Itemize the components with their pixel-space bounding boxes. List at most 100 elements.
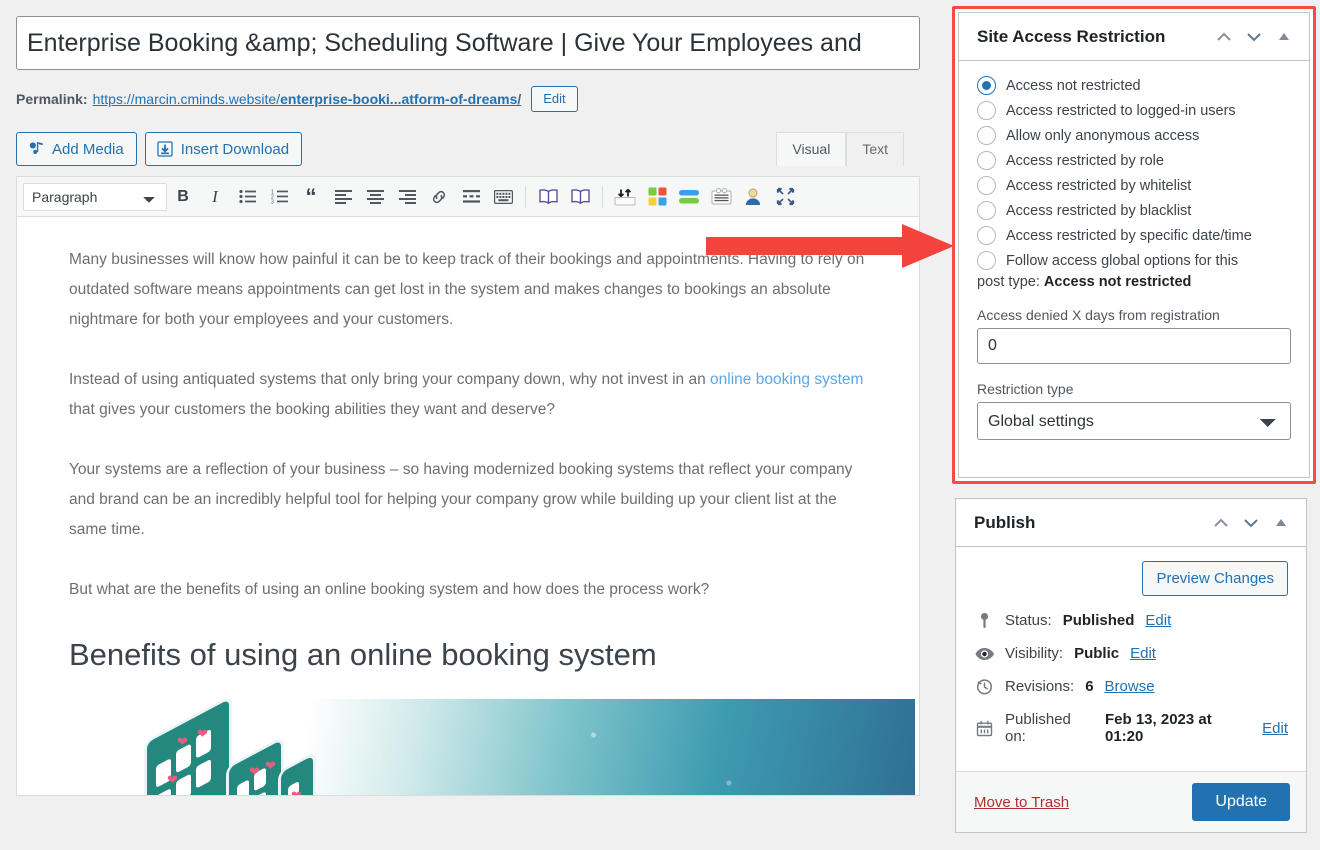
insert-download-label: Insert Download <box>180 140 290 158</box>
red-arrow-annotation <box>706 222 958 275</box>
status-edit-link[interactable]: Edit <box>1145 612 1171 629</box>
move-up-icon[interactable] <box>1206 508 1236 538</box>
book-icon[interactable] <box>532 182 564 212</box>
radio-option-logged-in-users[interactable]: Access restricted to logged-in users <box>977 98 1291 123</box>
tab-visual[interactable]: Visual <box>776 132 847 167</box>
paragraph-2-text-after: that gives your customers the booking ab… <box>69 401 555 418</box>
status-value: Published <box>1062 612 1135 629</box>
fullscreen-icon[interactable] <box>769 182 801 212</box>
access-denied-days-label: Access denied X days from registration <box>977 307 1220 323</box>
insert-download-button[interactable]: Insert Download <box>144 132 303 166</box>
revisions-browse-link[interactable]: Browse <box>1105 678 1155 695</box>
heart-icon: ❤ <box>177 734 188 750</box>
pin-icon <box>974 612 994 629</box>
radio-indicator[interactable] <box>977 201 996 220</box>
keyboard-shortcuts-icon[interactable] <box>487 182 519 212</box>
revisions-label: Revisions: <box>1005 678 1075 695</box>
collapse-toggle-icon[interactable] <box>1269 22 1299 52</box>
paragraph-format-select[interactable]: Paragraph <box>23 182 167 211</box>
bold-icon[interactable]: B <box>167 182 199 212</box>
permalink-link[interactable]: https://marcin.cminds.website/enterprise… <box>93 91 522 107</box>
radio-option-by-date-time[interactable]: Access restricted by specific date/time <box>977 223 1291 248</box>
visibility-edit-link[interactable]: Edit <box>1130 645 1156 662</box>
bulleted-list-icon[interactable] <box>231 182 263 212</box>
radio-option-anonymous-access[interactable]: Allow only anonymous access <box>977 123 1291 148</box>
radio-indicator[interactable] <box>977 76 996 95</box>
link-icon[interactable] <box>423 182 455 212</box>
user-icon[interactable] <box>737 182 769 212</box>
book-open-icon[interactable] <box>564 182 596 212</box>
access-denied-days-input[interactable] <box>977 328 1291 364</box>
post-title-input[interactable] <box>16 16 920 70</box>
restriction-type-select[interactable]: Global settings <box>977 402 1291 440</box>
radio-label: Follow access global options for this <box>1006 252 1239 269</box>
permalink-row: Permalink: https://marcin.cminds.website… <box>16 84 920 114</box>
radio-label: Allow only anonymous access <box>1006 127 1200 144</box>
toolbar-separator <box>525 185 526 208</box>
radio-option-by-role[interactable]: Access restricted by role <box>977 148 1291 173</box>
radio-indicator[interactable] <box>977 176 996 195</box>
heart-icon: ❤ <box>167 772 178 788</box>
iso-card-large <box>147 699 229 795</box>
add-media-button[interactable]: Add Media <box>16 132 137 166</box>
move-down-icon[interactable] <box>1239 22 1269 52</box>
publish-panel-header: Publish <box>956 499 1306 547</box>
align-left-icon[interactable] <box>327 182 359 212</box>
radio-label: Access restricted by role <box>1006 152 1164 169</box>
move-up-icon[interactable] <box>1209 22 1239 52</box>
radio-option-by-whitelist[interactable]: Access restricted by whitelist <box>977 173 1291 198</box>
restriction-type-label: Restriction type <box>977 381 1074 397</box>
numbered-list-icon[interactable]: 1 2 3 <box>263 182 295 212</box>
media-buttons-row: Add Media Insert Download Visual Text <box>16 132 920 167</box>
content-paragraph-2: Instead of using antiquated systems that… <box>69 365 867 425</box>
status-row: Status: Published Edit <box>974 612 1288 629</box>
update-button[interactable]: Update <box>1192 783 1290 821</box>
table-icon[interactable] <box>705 182 737 212</box>
collapse-toggle-icon[interactable] <box>1266 508 1296 538</box>
italic-icon[interactable]: I <box>199 182 231 212</box>
post-editor-column: Permalink: https://marcin.cminds.website… <box>0 0 936 850</box>
eye-icon <box>974 647 994 661</box>
editor-content-area[interactable]: Many businesses will know how painful it… <box>17 217 919 795</box>
radio-option-access-not-restricted[interactable]: Access not restricted <box>977 73 1291 98</box>
restriction-panel-body: Access not restricted Access restricted … <box>959 61 1309 456</box>
editor-sidebar: Site Access Restriction Access not restr… <box>948 0 1320 850</box>
blockquote-icon[interactable]: “ <box>295 182 327 212</box>
move-to-trash-link[interactable]: Move to Trash <box>974 794 1069 811</box>
radio-indicator[interactable] <box>977 151 996 170</box>
import-export-icon[interactable] <box>609 182 641 212</box>
permalink-base: https://marcin.cminds.website/ <box>92 91 281 107</box>
move-down-icon[interactable] <box>1236 508 1266 538</box>
status-label: Status: <box>1005 612 1052 629</box>
content-heading-1: Benefits of using an online booking syst… <box>69 637 657 672</box>
align-right-icon[interactable] <box>391 182 423 212</box>
radio-indicator[interactable] <box>977 226 996 245</box>
follow-note-prefix: post type: <box>977 274 1044 290</box>
blocks-icon[interactable] <box>641 182 673 212</box>
publish-panel-title: Publish <box>974 512 1036 532</box>
radio-label: Access restricted to logged-in users <box>1006 102 1236 119</box>
radio-indicator[interactable] <box>977 251 996 270</box>
preview-changes-button[interactable]: Preview Changes <box>1142 561 1288 596</box>
buttons-icon[interactable] <box>673 182 705 212</box>
align-center-icon[interactable] <box>359 182 391 212</box>
wordpress-classic-editor-screen: Permalink: https://marcin.cminds.website… <box>0 0 1320 850</box>
permalink-edit-button[interactable]: Edit <box>531 86 578 112</box>
tab-text[interactable]: Text <box>846 132 904 167</box>
radio-option-follow-global[interactable]: Follow access global options for this <box>977 248 1291 273</box>
radio-indicator[interactable] <box>977 101 996 120</box>
radio-option-by-blacklist[interactable]: Access restricted by blacklist <box>977 198 1291 223</box>
preview-row: Preview Changes <box>974 561 1288 596</box>
online-booking-system-link[interactable]: online booking system <box>710 371 863 388</box>
read-more-icon[interactable] <box>455 182 487 212</box>
visibility-value: Public <box>1074 645 1120 662</box>
published-on-edit-link[interactable]: Edit <box>1262 720 1288 737</box>
radio-indicator[interactable] <box>977 126 996 145</box>
content-hero-image: ❤ ❤ ❤ ❤ ❤ ❤ <box>69 699 915 795</box>
heart-icon: ❤ <box>249 764 260 780</box>
publish-panel-footer: Move to Trash Update <box>956 771 1306 832</box>
restriction-panel-header: Site Access Restriction <box>959 13 1309 61</box>
paragraph-2-text-before: Instead of using antiquated systems that… <box>69 371 711 388</box>
site-access-restriction-highlight: Site Access Restriction Access not restr… <box>952 6 1316 484</box>
content-paragraph-3: Your systems are a reflection of your bu… <box>69 461 853 538</box>
